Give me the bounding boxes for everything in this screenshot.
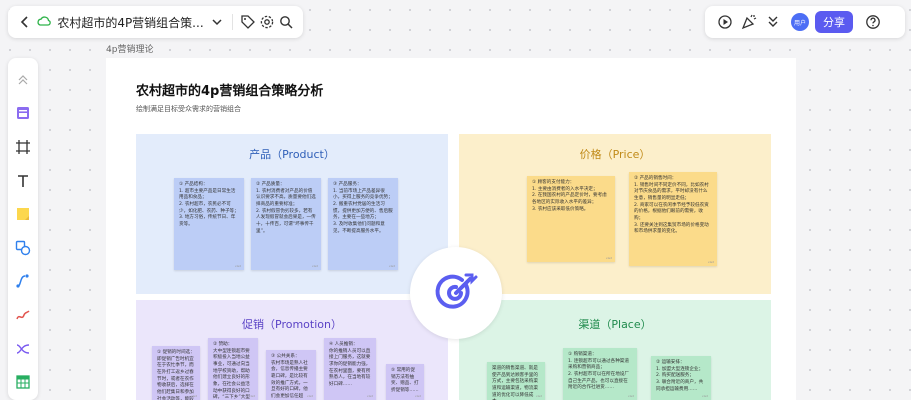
place-note-transport[interactable]: ② 运输安排： 1. 加盟大型连锁企业； 2. 购买配送服务； 3. 联合附近的… (651, 356, 711, 400)
quadrant-place-title: 渠道（Place） (578, 318, 652, 331)
promotion-note-public-relations[interactable]: ③ 公共关系： 农村市场是熟人社会，信息传播主要靠口碑，是比较有效的推广方式，一… (266, 350, 316, 400)
product-note-structure[interactable]: ① 产品结构： 1. 超市主要产品是日常生活用品和食品； 2. 农村超市，农民必… (174, 178, 244, 270)
product-note-service[interactable]: ③ 产品服务： 1. 当前市场上产品差异很小，买得上服务的竞争优势； 2. 搬重… (328, 178, 398, 270)
share-button[interactable]: 分享 (815, 11, 853, 33)
price-note-sales-time[interactable]: ② 产品的销售时间： 1. 销售时间不同定价不同，比如农村对节庆食品的需求，平时… (629, 172, 717, 266)
connector-line-icon[interactable] (11, 270, 35, 294)
toolbar-divider (232, 14, 234, 30)
promotion-note-methods[interactable]: ⑤ 常用的促销方法有抽奖、赠品、打折促销等…… (386, 364, 424, 400)
whiteboard-canvas[interactable]: 农村超市的4p营销组合策略分析 绘制满足目标受众需求的营销组合 产品（Produ… (106, 58, 796, 400)
quadrant-promotion[interactable]: 促销（Promotion） ① 促销的时间选： 即促销广告时机宜在于农忙季节，而… (136, 300, 448, 400)
quadrant-product[interactable]: 产品（Product） ① 产品结构： 1. 超市主要产品是日常生活用品和食品；… (136, 134, 448, 294)
quadrant-place[interactable]: 渠道（Place） 渠道的销售渠道、就是使产品到达顾客手里的方式，主要包括采购渠… (459, 300, 771, 400)
canvas-title[interactable]: 农村超市的4p营销组合策略分析 (136, 80, 323, 99)
promotion-note-timing[interactable]: ① 促销的时间选： 即促销广告时机宜在于农忙季节，而在外打工返乡过春节时，或者在… (152, 346, 200, 400)
breadcrumb[interactable]: 4p营销理论 (106, 42, 153, 55)
center-logo (410, 247, 502, 339)
cloud-sync-icon (35, 10, 54, 34)
top-right-toolbar: 用户 分享 (705, 6, 905, 38)
target-arrow-icon (435, 273, 478, 309)
tag-icon[interactable] (239, 10, 258, 34)
price-note-payment-ability[interactable]: ① 顾客的支付能力： 1. 主要由消费者的入水平决定； 2. 在我国农村的产品定… (527, 176, 615, 262)
double-chevron-down-icon[interactable] (761, 10, 785, 34)
product-note-quality[interactable]: ② 产品质量： 1. 农村消费者对产品的价值认识要求不高，质量要他们选择商品的重… (251, 178, 321, 270)
document-title[interactable]: 农村超市的4P营销组合策... (57, 14, 203, 31)
shape-icon[interactable] (11, 236, 35, 260)
mind-map-icon[interactable] (11, 337, 35, 361)
text-icon[interactable] (11, 169, 35, 193)
frame-icon[interactable] (11, 135, 35, 159)
top-left-toolbar: 农村超市的4P营销组合策... (8, 6, 303, 38)
quadrant-price-title: 价格（Price） (579, 148, 651, 161)
place-note-definition[interactable]: 渠道的销售渠道、就是使产品到达顾客手里的方式，主要包括采购渠道和运输渠道，物流渠… (487, 362, 545, 400)
promotion-note-personal-selling[interactable]: ④ 人员推销： 你的推销人员可以直接上门服务，这就要求你的促销能力强，在农村里面… (324, 338, 376, 400)
gear-icon[interactable] (258, 10, 277, 34)
chevron-down-icon[interactable] (208, 10, 227, 34)
user-avatar[interactable]: 用户 (791, 13, 809, 31)
collapse-up-icon[interactable] (11, 68, 35, 92)
template-icon[interactable] (11, 102, 35, 126)
help-icon[interactable] (861, 10, 885, 34)
left-tool-sidebar (8, 58, 38, 400)
place-note-purchase-channel[interactable]: ① 购销渠道： 1. 连锁超市可以通过各种渠道采购和营销商品； 2. 农村超市可… (563, 348, 637, 400)
canvas-subtitle[interactable]: 绘制满足目标受众需求的营销组合 (136, 104, 241, 114)
play-presentation-icon[interactable] (713, 10, 737, 34)
sticky-note-icon[interactable] (11, 202, 35, 226)
quadrant-promotion-title: 促销（Promotion） (242, 318, 342, 331)
back-arrow-icon[interactable] (16, 10, 35, 34)
celebrate-icon[interactable] (737, 10, 761, 34)
search-icon[interactable] (276, 10, 295, 34)
promotion-note-sponsorship[interactable]: ② 赞助： 大中型连锁超市要积极投入当地公益事业，可通过向当地学校资助，帮助他们… (208, 338, 258, 400)
pen-icon[interactable] (11, 303, 35, 327)
table-icon[interactable] (11, 370, 35, 394)
quadrant-price[interactable]: 价格（Price） ① 顾客的支付能力： 1. 主要由消费者的入水平决定； 2.… (459, 134, 771, 294)
quadrant-product-title: 产品（Product） (249, 148, 335, 161)
